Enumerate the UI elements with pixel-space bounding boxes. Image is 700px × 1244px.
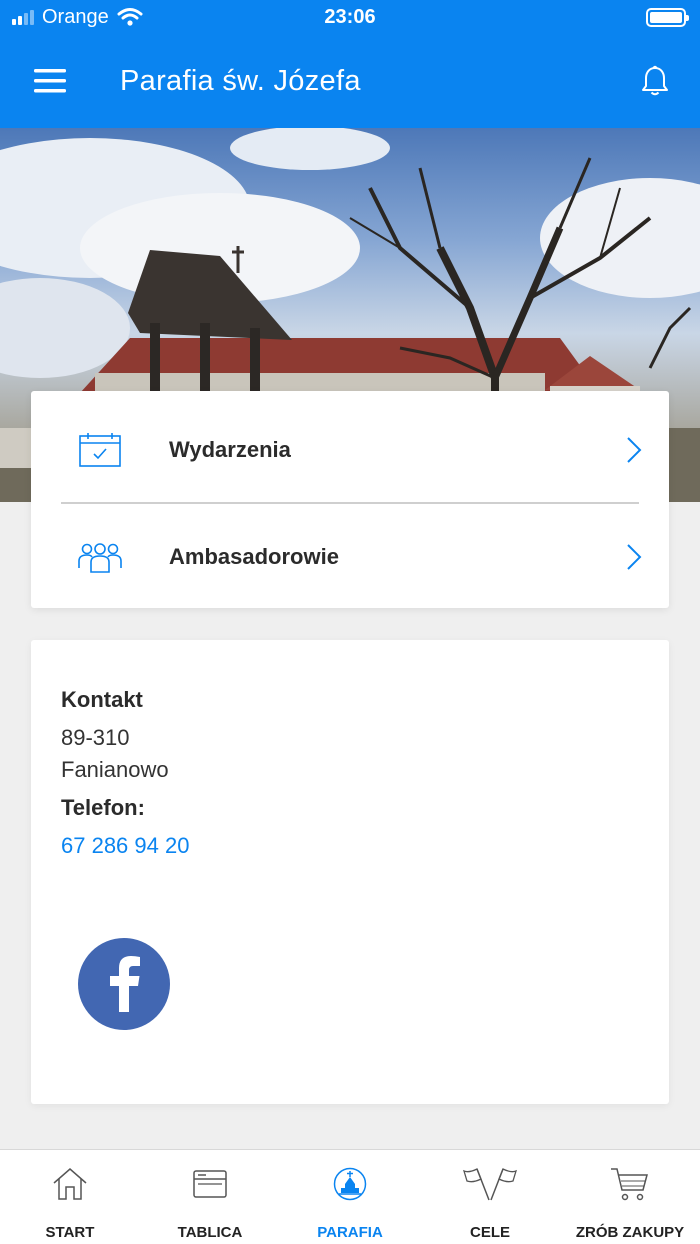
- status-bar: Orange 23:06: [0, 0, 700, 34]
- nav-label: PARAFIA: [317, 1224, 383, 1241]
- church-icon: [333, 1167, 367, 1201]
- facebook-icon: [110, 956, 140, 1012]
- carrier-info: Orange: [12, 6, 143, 29]
- page-title: Parafia św. Józefa: [120, 64, 361, 97]
- hamburger-icon: [34, 69, 66, 93]
- menu-item-label: Ambasadorowie: [169, 544, 339, 569]
- postal-code: 89-310: [61, 725, 130, 750]
- home-icon: [53, 1168, 87, 1200]
- notifications-button[interactable]: [610, 34, 700, 128]
- signal-icon: [12, 9, 34, 25]
- facebook-button[interactable]: [78, 938, 170, 1030]
- chevron-right-icon: [627, 544, 642, 570]
- nav-label: CELE: [469, 1224, 510, 1241]
- nav-start[interactable]: START: [0, 1150, 140, 1244]
- menu-card: Wydarzenia Ambasadorowie: [31, 391, 669, 608]
- nav-label: START: [45, 1224, 95, 1241]
- nav-zrob-zakupy[interactable]: ZRÓB ZAKUPY: [560, 1150, 700, 1244]
- contact-heading: Kontakt: [61, 687, 143, 712]
- city: Fanianowo: [61, 757, 169, 782]
- contact-card: Kontakt 89-310 Fanianowo Telefon: 67 286…: [31, 640, 669, 1104]
- nav-cele[interactable]: CELE: [420, 1150, 560, 1244]
- nav-label: TABLICA: [177, 1224, 243, 1241]
- calendar-icon: [79, 433, 121, 467]
- chevron-right-icon: [627, 437, 642, 463]
- battery-icon: [646, 7, 689, 27]
- nav-parafia[interactable]: PARAFIA: [280, 1150, 420, 1244]
- phone-link[interactable]: 67 286 94 20: [61, 830, 639, 862]
- phone-label: Telefon:: [61, 795, 145, 820]
- cart-icon: [611, 1168, 648, 1201]
- bell-icon: [642, 65, 668, 96]
- nav-tablica[interactable]: TABLICA: [140, 1150, 280, 1244]
- menu-button[interactable]: [0, 34, 100, 128]
- wifi-icon: [117, 8, 143, 26]
- menu-item-ambasadorowie[interactable]: Ambasadorowie: [31, 503, 669, 611]
- board-icon: [193, 1170, 227, 1198]
- bottom-nav: START TABLICA PARAFIA CELE ZRÓB ZAKUPY: [0, 1149, 700, 1244]
- menu-item-wydarzenia[interactable]: Wydarzenia: [31, 396, 669, 504]
- app-header: Parafia św. Józefa: [0, 34, 700, 128]
- nav-label: ZRÓB ZAKUPY: [575, 1224, 685, 1241]
- flags-icon: [463, 1168, 517, 1201]
- menu-item-label: Wydarzenia: [169, 437, 291, 462]
- group-icon: [78, 543, 122, 573]
- carrier-name: Orange: [42, 5, 109, 28]
